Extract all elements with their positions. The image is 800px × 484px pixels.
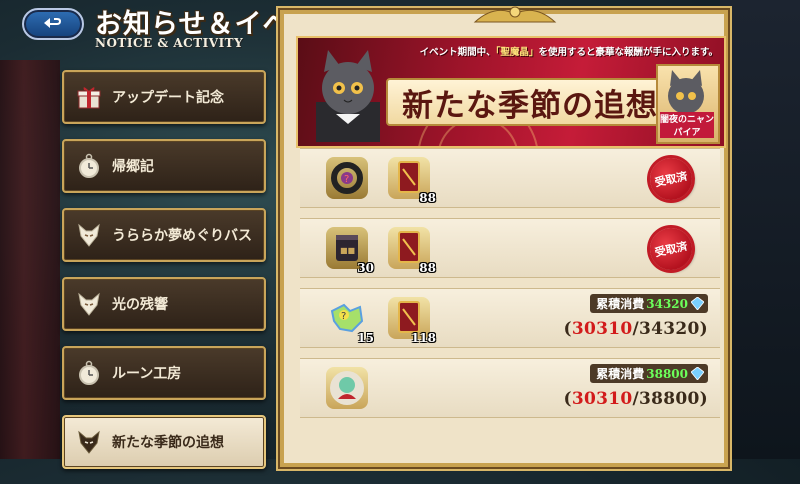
fox-mask-icon <box>74 427 104 457</box>
banner-note-highlight: 「聖魔晶」 <box>495 47 539 58</box>
progress-box: 累積消費 38800 (30310/38800) <box>564 363 709 409</box>
red-card-icon[interactable]: 88 <box>388 157 436 205</box>
dark-jar-icon[interactable]: ■■ 30 <box>326 227 374 275</box>
red-card-icon[interactable]: 88 <box>388 227 436 275</box>
svg-text:■■: ■■ <box>340 246 355 255</box>
reward-row: ? 15 118 累積消費 34320 (30310/34320) <box>300 288 720 348</box>
gold-ornament-icon <box>473 6 557 23</box>
cat-portrait-icon <box>668 70 704 114</box>
banner-title: 新たな季節の追想 <box>386 78 674 126</box>
current-value: 30310 <box>571 389 633 409</box>
sidebar-item-label: アップデート記念 <box>112 90 224 106</box>
sidebar-item-label: 帰郷記 <box>112 159 154 175</box>
banner-note: イベント期間中、「聖魔晶」を使用すると豪華な報酬が手に入ります。 <box>420 44 718 58</box>
ratio-open: ( <box>563 319 572 339</box>
back-button[interactable] <box>22 8 84 40</box>
black-ring-icon[interactable]: ? <box>326 157 368 199</box>
sidebar-item-label: 光の残響 <box>112 297 168 313</box>
sidebar-item-update-anniversary[interactable]: アップデート記念 <box>62 70 266 124</box>
cumulative-value: 38800 <box>646 366 688 381</box>
sidebar-item-new-season[interactable]: 新たな季節の追想 <box>62 415 266 469</box>
claimed-seal: 受取済 <box>646 154 696 204</box>
svg-text:?: ? <box>341 311 346 322</box>
sidebar-item-homecoming[interactable]: 帰郷記 <box>62 139 266 193</box>
item-qty: 30 <box>357 261 374 275</box>
item-qty: 88 <box>419 261 436 275</box>
vampire-cat-icon <box>316 50 380 142</box>
sidebar-item-label: 新たな季節の追想 <box>112 435 224 451</box>
sidebar-item-label: うららか夢めぐりバス <box>112 228 252 244</box>
item-qty: 15 <box>357 331 374 345</box>
target-value: /38800) <box>632 389 708 409</box>
cumulative-label: 累積消費 <box>596 297 645 311</box>
red-card-icon[interactable]: 118 <box>388 297 436 345</box>
creature-portrait-icon[interactable] <box>326 367 368 409</box>
sidebar-item-label: ルーン工房 <box>112 366 182 382</box>
sidebar: アップデート記念 帰郷記 うららか夢めぐりバス 光の残響 ルーン工房 新たな季節… <box>62 70 266 484</box>
svg-text:?: ? <box>344 174 349 185</box>
item-qty: 118 <box>410 331 436 345</box>
cumulative-badge: 累積消費 38800 <box>590 364 708 383</box>
crystal-icon <box>691 297 704 310</box>
pocket-watch-icon <box>74 358 104 388</box>
reward-row: ■■ 30 88 受取済 <box>300 218 720 278</box>
claimed-seal: 受取済 <box>646 224 696 274</box>
reward-row: 累積消費 38800 (30310/38800) <box>300 358 720 418</box>
reward-row: ? 88 受取済 <box>300 148 720 208</box>
current-value: 30310 <box>571 319 633 339</box>
fox-mask-icon <box>74 289 104 319</box>
sidebar-item-light-echo[interactable]: 光の残響 <box>62 277 266 331</box>
cumulative-badge: 累積消費 34320 <box>590 294 708 313</box>
progress-ratio: (30310/38800) <box>564 389 709 409</box>
back-arrow-icon <box>44 18 61 28</box>
page-subtitle: NOTICE & ACTIVITY <box>95 36 244 50</box>
sidebar-item-dream-bus[interactable]: うららか夢めぐりバス <box>62 208 266 262</box>
banner-note-prefix: イベント期間中、 <box>419 47 496 58</box>
ratio-open: ( <box>563 389 572 409</box>
crystal-icon <box>691 367 704 380</box>
portrait-tag: 闇夜のニャンパイア <box>660 112 714 138</box>
progress-ratio: (30310/34320) <box>564 319 709 339</box>
claimed-label: 受取済 <box>653 239 689 260</box>
banner-note-suffix: を使用すると豪華な報酬が手に入ります。 <box>538 47 718 58</box>
progress-box: 累積消費 34320 (30310/34320) <box>564 293 709 339</box>
fox-mask-icon <box>74 220 104 250</box>
character-portrait: 闇夜のニャンパイア <box>656 64 720 144</box>
gift-box-icon <box>74 82 104 112</box>
claimed-label: 受取済 <box>653 169 689 190</box>
reward-list: ? 88 受取済 ■■ 30 88 受取済 ? 15 118 累積消費 3432… <box>300 148 720 428</box>
event-banner: イベント期間中、「聖魔晶」を使用すると豪華な報酬が手に入ります。 新たな季節の追… <box>296 36 726 148</box>
background-right <box>720 0 800 459</box>
cumulative-label: 累積消費 <box>596 367 645 381</box>
sidebar-item-rune-workshop[interactable]: ルーン工房 <box>62 346 266 400</box>
background-curtain <box>0 60 60 459</box>
item-qty: 88 <box>419 191 436 205</box>
cumulative-value: 34320 <box>646 296 688 311</box>
rainbow-puzzle-icon[interactable]: ? 15 <box>326 297 374 345</box>
pocket-watch-icon <box>74 151 104 181</box>
target-value: /34320) <box>632 319 708 339</box>
